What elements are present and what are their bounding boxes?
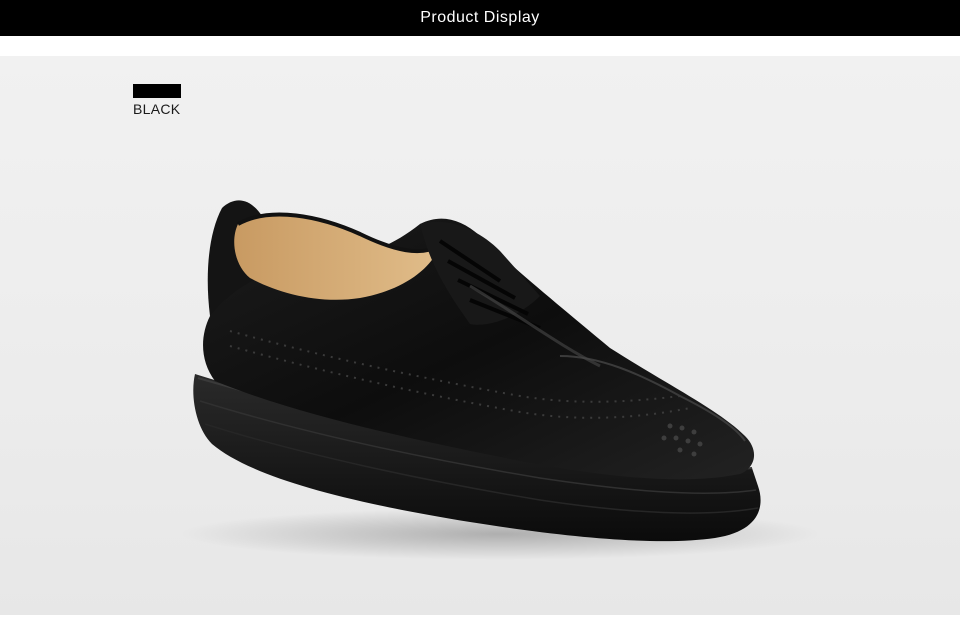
product-photo-panel: BLACK	[0, 56, 960, 615]
page-title: Product Display	[420, 9, 540, 26]
product-image	[180, 200, 820, 560]
header-bar: Product Display	[0, 0, 960, 36]
